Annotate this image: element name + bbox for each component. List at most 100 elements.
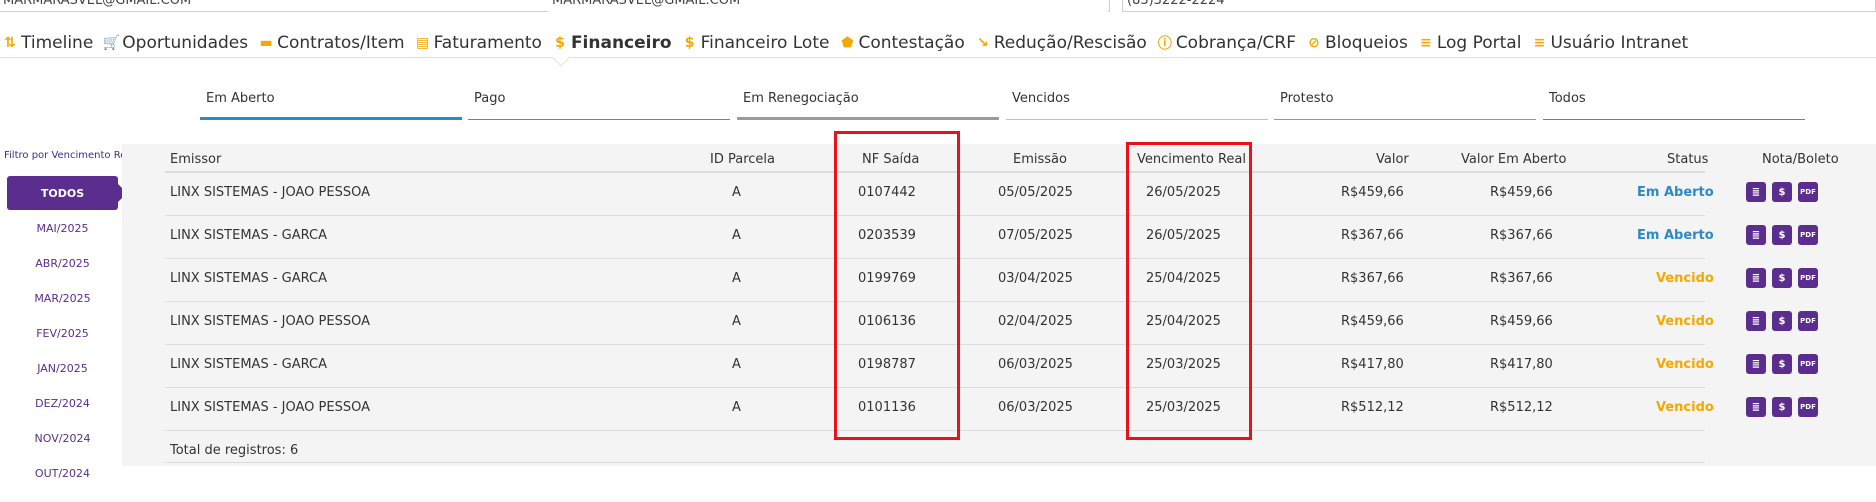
nota-list-icon[interactable]: ≣ bbox=[1746, 182, 1766, 202]
cell-emissor: LINX SISTEMAS - GARCA bbox=[170, 228, 327, 243]
filter-month-item[interactable]: DEZ/2024 bbox=[0, 397, 125, 410]
pdf-icon[interactable]: PDF bbox=[1798, 397, 1818, 417]
filter-month-item[interactable]: ABR/2025 bbox=[0, 257, 125, 270]
cell-id-parcela: A bbox=[732, 314, 741, 329]
col-header-emissao: Emissão bbox=[1013, 152, 1067, 167]
filter-month-item[interactable]: JAN/2025 bbox=[0, 362, 125, 375]
filter-title: Filtro por Vencimento Real bbox=[4, 150, 136, 161]
nav-tab-log-portal[interactable]: ≡ Log Portal bbox=[1418, 33, 1522, 53]
cell-emissor: LINX SISTEMAS - JOAO PESSOA bbox=[170, 400, 370, 415]
highlight-nf-saida-column bbox=[834, 131, 960, 440]
alert-icon: ⓘ bbox=[1157, 35, 1172, 52]
boleto-dollar-icon[interactable]: $ bbox=[1772, 354, 1792, 374]
nota-list-icon[interactable]: ≣ bbox=[1746, 268, 1766, 288]
status-tab-em-renegociacao[interactable]: Em Renegociação bbox=[737, 88, 999, 120]
nav-tab-faturamento[interactable]: ▤ Faturamento bbox=[415, 33, 542, 53]
nav-tab-contestacao[interactable]: ⬟ Contestação bbox=[839, 33, 964, 53]
status-tab-label: Protesto bbox=[1280, 91, 1334, 106]
row-actions: ≣ $ PDF bbox=[1746, 311, 1818, 331]
pdf-icon[interactable]: PDF bbox=[1798, 225, 1818, 245]
filter-month-item[interactable]: MAR/2025 bbox=[0, 292, 125, 305]
cell-id-parcela: A bbox=[732, 400, 741, 415]
row-actions: ≣ $ PDF bbox=[1746, 354, 1818, 374]
nav-tab-label: Financeiro Lote bbox=[700, 32, 830, 53]
status-badge: Vencido bbox=[1656, 400, 1714, 415]
cart-icon: 🛒 bbox=[102, 34, 121, 51]
cell-id-parcela: A bbox=[732, 357, 741, 372]
filter-month-item[interactable]: OUT/2024 bbox=[0, 467, 125, 480]
nota-list-icon[interactable]: ≣ bbox=[1746, 225, 1766, 245]
row-actions: ≣ $ PDF bbox=[1746, 225, 1818, 245]
cell-valor: R$512,12 bbox=[1341, 400, 1404, 415]
nav-tab-bloqueios[interactable]: ⊘ Bloqueios bbox=[1306, 33, 1408, 53]
col-header-emissor: Emissor bbox=[170, 152, 222, 167]
nav-tab-cobranca-crf[interactable]: ⓘ Cobrança/CRF bbox=[1157, 33, 1296, 53]
row-actions: ≣ $ PDF bbox=[1746, 182, 1818, 202]
status-badge: Vencido bbox=[1656, 271, 1714, 286]
status-tab-protesto[interactable]: Protesto bbox=[1274, 88, 1536, 120]
pdf-icon[interactable]: PDF bbox=[1798, 354, 1818, 374]
nav-tab-label: Financeiro bbox=[570, 32, 672, 53]
top-fields: MARMARASVEL@GMAIL.COM MARMARASVEL@GMAIL.… bbox=[0, 0, 1876, 14]
nav-tab-timeline[interactable]: ⇅ Timeline bbox=[2, 33, 93, 53]
status-tab-vencidos[interactable]: Vencidos bbox=[1006, 88, 1268, 120]
phone-field[interactable]: (83)3222-2224 bbox=[1122, 0, 1876, 12]
cell-emissor: LINX SISTEMAS - JOAO PESSOA bbox=[170, 185, 370, 200]
boleto-dollar-icon[interactable]: $ bbox=[1772, 182, 1792, 202]
filter-month-item[interactable]: FEV/2025 bbox=[0, 327, 125, 340]
cell-id-parcela: A bbox=[732, 185, 741, 200]
shield-icon: ⬟ bbox=[841, 34, 854, 51]
email-field-secondary[interactable]: MARMARASVEL@GMAIL.COM bbox=[548, 0, 1108, 12]
nav-tab-financeiro-lote[interactable]: $ Financeiro Lote bbox=[682, 33, 830, 53]
filter-month-item[interactable]: NOV/2024 bbox=[0, 432, 125, 445]
dollar-icon: $ bbox=[555, 34, 565, 51]
cell-id-parcela: A bbox=[732, 271, 741, 286]
list-icon: ≡ bbox=[1533, 34, 1546, 51]
status-tab-label: Todos bbox=[1549, 91, 1586, 106]
nav-tab-contratos-item[interactable]: ▬ Contratos/Item bbox=[258, 32, 405, 53]
nav-tab-reducao-rescisao[interactable]: ↘ Redução/Rescisão bbox=[975, 33, 1147, 53]
boleto-dollar-icon[interactable]: $ bbox=[1772, 397, 1792, 417]
status-tab-todos[interactable]: Todos bbox=[1543, 88, 1805, 120]
status-badge: Vencido bbox=[1656, 314, 1714, 329]
status-tab-em-aberto[interactable]: Em Aberto bbox=[200, 88, 462, 120]
boleto-dollar-icon[interactable]: $ bbox=[1772, 268, 1792, 288]
row-actions: ≣ $ PDF bbox=[1746, 268, 1818, 288]
cell-valor-em-aberto: R$459,66 bbox=[1490, 314, 1553, 329]
boleto-dollar-icon[interactable]: $ bbox=[1772, 225, 1792, 245]
filter-month-item[interactable]: MAI/2025 bbox=[0, 222, 125, 235]
nav-tab-label: Oportunidades bbox=[122, 32, 249, 53]
nota-list-icon[interactable]: ≣ bbox=[1746, 311, 1766, 331]
row-actions: ≣ $ PDF bbox=[1746, 397, 1818, 417]
highlight-vencimento-real-column bbox=[1126, 142, 1252, 440]
status-tab-pago[interactable]: Pago bbox=[468, 88, 730, 120]
nav-tab-financeiro[interactable]: $ Financeiro bbox=[552, 33, 672, 53]
nota-list-icon[interactable]: ≣ bbox=[1746, 354, 1766, 374]
filter-all-button[interactable]: TODOS bbox=[7, 176, 127, 210]
cell-valor-em-aberto: R$367,66 bbox=[1490, 271, 1553, 286]
status-badge: Em Aberto bbox=[1637, 228, 1714, 243]
document-icon: ▤ bbox=[415, 34, 430, 51]
boleto-dollar-icon[interactable]: $ bbox=[1772, 311, 1792, 331]
nav-tab-usuario-intranet[interactable]: ≡ Usuário Intranet bbox=[1531, 32, 1689, 53]
status-tab-label: Pago bbox=[474, 91, 506, 106]
nav-tab-oportunidades[interactable]: 🛒 Oportunidades bbox=[102, 32, 249, 53]
pdf-icon[interactable]: PDF bbox=[1798, 268, 1818, 288]
nav-tab-label: Contestação bbox=[858, 32, 965, 53]
cell-valor: R$417,80 bbox=[1341, 357, 1404, 372]
arrow-down-icon: ↘ bbox=[976, 34, 989, 51]
cell-emissao: 07/05/2025 bbox=[998, 228, 1073, 243]
pdf-icon[interactable]: PDF bbox=[1798, 182, 1818, 202]
due-date-filter: Filtro por Vencimento Real TODOS MAI/202… bbox=[0, 150, 136, 480]
cell-emissor: LINX SISTEMAS - JOAO PESSOA bbox=[170, 314, 370, 329]
nav-tab-label: Contratos/Item bbox=[277, 32, 405, 53]
nav-tab-label: Usuário Intranet bbox=[1550, 32, 1689, 53]
cell-emissao: 05/05/2025 bbox=[998, 185, 1073, 200]
status-tab-underline bbox=[468, 119, 730, 120]
pdf-icon[interactable]: PDF bbox=[1798, 311, 1818, 331]
nota-list-icon[interactable]: ≣ bbox=[1746, 397, 1766, 417]
status-tab-label: Em Renegociação bbox=[743, 91, 859, 106]
cell-emissao: 06/03/2025 bbox=[998, 400, 1073, 415]
cell-valor: R$367,66 bbox=[1341, 271, 1404, 286]
status-tab-underline bbox=[1274, 119, 1536, 120]
